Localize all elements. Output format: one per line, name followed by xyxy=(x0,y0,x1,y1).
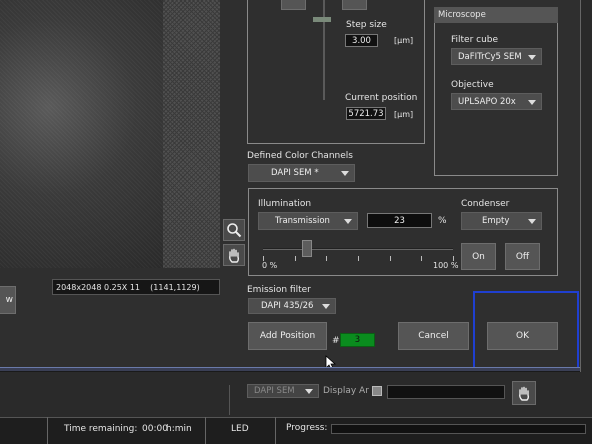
cancel-label: Cancel xyxy=(418,331,449,341)
z-drive-panel xyxy=(247,0,425,144)
current-position-label: Current position xyxy=(345,93,418,103)
display-label: Display Ar xyxy=(323,386,369,396)
background-pan-button[interactable] xyxy=(512,381,536,405)
background-channel-value: DAPI SEM xyxy=(254,386,295,396)
display-field[interactable] xyxy=(387,385,505,399)
chevron-down-icon xyxy=(528,219,536,224)
filter-cube-dropdown[interactable]: DaFITrCy5 SEM xyxy=(451,48,542,65)
led-label: LED xyxy=(231,424,249,434)
position-hash-label: # xyxy=(332,336,340,346)
status-divider xyxy=(205,417,206,444)
illumination-mode-dropdown[interactable]: Transmission xyxy=(258,212,358,230)
channels-dropdown[interactable]: DAPI SEM * xyxy=(248,164,355,182)
image-info-field: 2048x2048 0.25X 11 (1141,1129) xyxy=(52,279,220,295)
z-slider-track[interactable] xyxy=(323,0,325,100)
slider-tick xyxy=(326,256,328,261)
condenser-off-button[interactable]: Off xyxy=(505,243,540,270)
step-size-field[interactable]: 3.00 xyxy=(345,34,378,47)
illumination-unit: % xyxy=(438,216,447,226)
objective-label: Objective xyxy=(451,80,494,90)
chevron-down-icon xyxy=(528,99,536,105)
current-position-unit: [µm] xyxy=(394,110,414,119)
zoom-button[interactable] xyxy=(223,219,245,241)
chevron-down-icon xyxy=(341,171,349,176)
emission-filter-label: Emission filter xyxy=(247,285,311,295)
step-size-unit: [µm] xyxy=(394,36,414,45)
illumination-intensity-value: 23 xyxy=(394,215,405,226)
image-viewport[interactable] xyxy=(0,0,163,268)
z-up-button[interactable] xyxy=(281,0,306,10)
illumination-mode-value: Transmission xyxy=(275,216,330,226)
illumination-slider-track[interactable] xyxy=(263,248,453,250)
condenser-value: Empty xyxy=(482,216,510,226)
emission-filter-dropdown[interactable]: DAPI 435/26 xyxy=(248,298,336,314)
step-size-label: Step size xyxy=(346,20,387,30)
condenser-on-label: On xyxy=(472,251,485,262)
bg-divider xyxy=(229,385,230,415)
microscope-title-text: Microscope xyxy=(438,10,486,20)
z-slider-thumb[interactable] xyxy=(313,17,331,22)
left-partial-button[interactable]: w xyxy=(0,286,16,314)
channels-value: DAPI SEM * xyxy=(271,168,319,178)
z-down-button[interactable] xyxy=(342,0,367,10)
objective-dropdown[interactable]: UPLSAPO 20x xyxy=(451,93,542,110)
slider-tick xyxy=(294,256,296,261)
dialog-right-edge xyxy=(580,0,592,372)
channels-label: Defined Color Channels xyxy=(247,151,353,161)
magnifier-icon xyxy=(227,223,242,238)
left-partial-button-label: w xyxy=(5,295,13,305)
current-position-value: 5721.73 xyxy=(348,108,384,119)
condenser-dropdown[interactable]: Empty xyxy=(461,212,542,230)
condenser-label: Condenser xyxy=(461,199,510,209)
slider-tick xyxy=(389,256,391,261)
filter-cube-label: Filter cube xyxy=(451,35,499,45)
filter-cube-value: DaFITrCy5 SEM xyxy=(458,51,522,62)
slider-tick xyxy=(421,256,423,261)
time-remaining-label: Time remaining: xyxy=(64,424,138,434)
illumination-label: Illumination xyxy=(258,199,312,209)
position-count-badge: 3 xyxy=(340,333,375,347)
slider-min-label: 0 % xyxy=(262,261,278,270)
objective-value: UPLSAPO 20x xyxy=(458,96,516,107)
emission-filter-value: DAPI 435/26 xyxy=(261,301,314,311)
progress-label: Progress: xyxy=(286,423,328,433)
chevron-down-icon xyxy=(322,304,330,309)
time-unit: h:min xyxy=(166,424,192,434)
slider-max-label: 100 % xyxy=(433,261,459,270)
chevron-down-icon xyxy=(305,389,313,394)
illumination-slider-thumb[interactable] xyxy=(301,240,312,257)
add-position-label: Add Position xyxy=(259,331,316,341)
slider-tick xyxy=(358,256,359,261)
display-icon[interactable] xyxy=(372,386,382,396)
hand-icon xyxy=(519,386,530,401)
time-remaining-value: 00:00 xyxy=(142,424,168,434)
current-position-field: 5721.73 xyxy=(346,107,386,120)
image-info-text: 2048x2048 0.25X 11 (1141,1129) xyxy=(56,282,200,292)
chevron-down-icon xyxy=(344,219,352,224)
illumination-intensity-field[interactable]: 23 xyxy=(367,213,432,228)
microscope-panel xyxy=(434,7,558,176)
status-divider xyxy=(275,417,276,444)
cancel-button[interactable]: Cancel xyxy=(398,322,469,350)
position-count-value: 3 xyxy=(354,335,361,345)
background-channel-dropdown[interactable]: DAPI SEM xyxy=(247,384,319,398)
pan-button[interactable] xyxy=(223,244,245,266)
progress-bar xyxy=(331,424,586,434)
status-divider xyxy=(47,417,48,444)
hand-icon xyxy=(229,248,240,263)
microscope-panel-title: Microscope xyxy=(434,7,558,23)
image-hatch-border xyxy=(163,0,220,268)
illumination-slider-ticks xyxy=(263,256,454,261)
condenser-on-button[interactable]: On xyxy=(461,243,496,270)
chevron-down-icon xyxy=(528,54,536,60)
condenser-off-label: Off xyxy=(515,251,530,262)
step-size-value: 3.00 xyxy=(352,35,371,46)
add-position-button[interactable]: Add Position xyxy=(248,322,327,350)
